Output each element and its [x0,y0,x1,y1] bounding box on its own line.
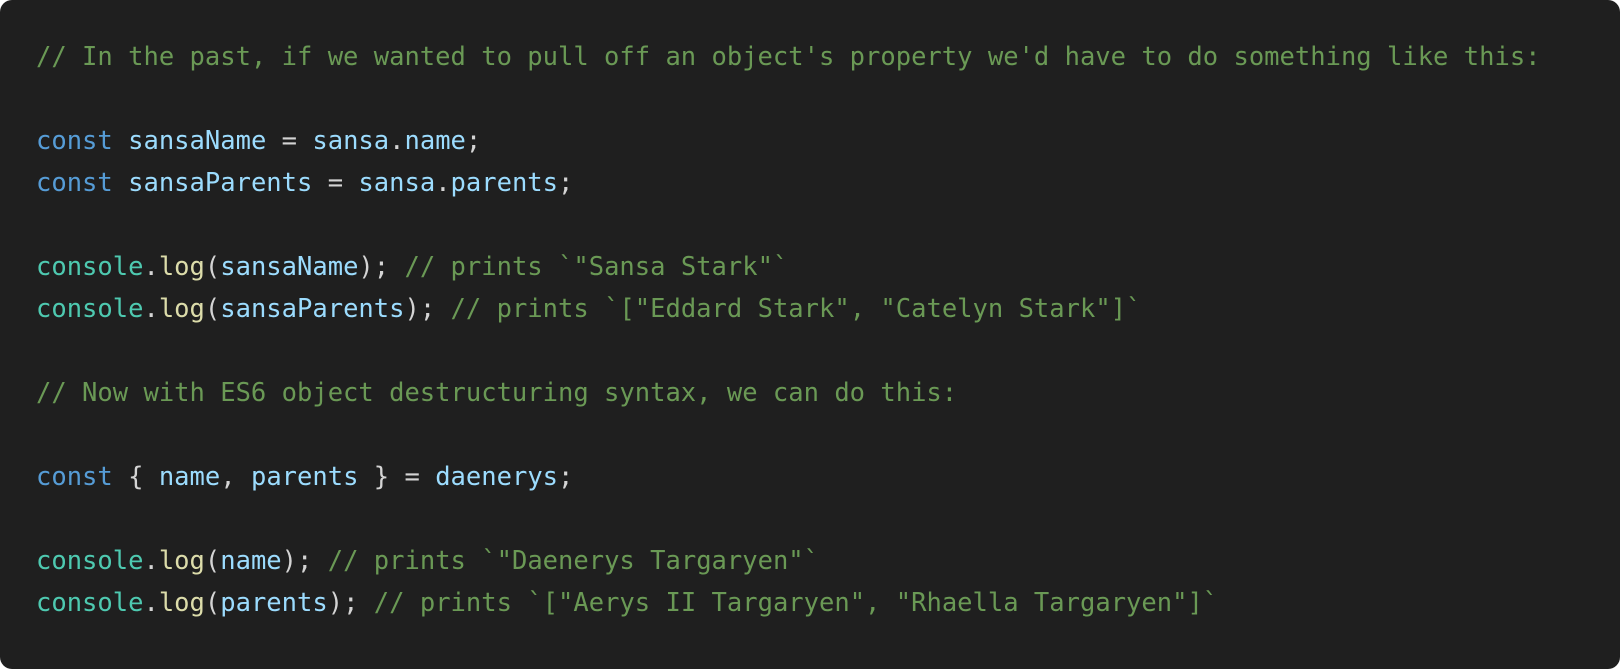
code-snippet-window: // In the past, if we wanted to pull off… [0,0,1620,669]
code-line: console.log(name); // prints `"Daenerys … [36,540,1620,582]
code-token-punct: ); [281,546,328,576]
code-token-comment: // prints `["Aerys II Targaryen", "Rhael… [373,588,1219,618]
code-line: // In the past, if we wanted to pull off… [36,36,1620,78]
code-token-punct: ); [327,588,374,618]
code-token-punct: ( [204,546,221,576]
code-token-punct: ); [358,252,405,282]
code-token-method: log [158,252,205,282]
code-token-punct [113,168,128,198]
code-token-punct: ; [558,168,574,198]
code-token-variable: parents [250,462,359,492]
code-token-object: console [36,252,144,282]
code-line: // Now with ES6 object destructuring syn… [36,372,1620,414]
code-token-method: log [158,294,205,324]
code-token-variable: name [158,462,221,492]
code-token-punct: . [143,546,159,576]
code-token-punct: ; [465,126,482,156]
code-token-punct: = [312,168,359,198]
code-token-punct: . [435,168,451,198]
code-token-keyword: const [36,168,113,198]
code-token-punct: } = [358,462,436,492]
code-token-punct: = [266,126,313,156]
code-token-object: console [36,546,144,576]
code-token-variable: sansaName [220,252,359,282]
code-line: const sansaParents = sansa.parents; [36,162,1620,204]
code-token-variable: sansa [358,168,436,198]
code-token-variable: sansaParents [128,168,313,198]
code-token-punct: , [220,462,251,492]
code-token-punct: . [389,126,405,156]
code-token-punct: ( [204,294,221,324]
code-token-punct: ; [558,462,574,492]
code-token-punct: ( [204,588,221,618]
code-token-comment: // prints `"Daenerys Targaryen"` [327,546,820,576]
code-token-punct: . [143,252,159,282]
code-token-punct: . [143,294,159,324]
code-line: console.log(parents); // prints `["Aerys… [36,582,1620,624]
code-token-punct: ( [204,252,221,282]
code-token-variable: name [404,126,466,156]
code-token-comment: // prints `"Sansa Stark"` [404,252,789,282]
code-token-comment: // prints `["Eddard Stark", "Catelyn Sta… [450,294,1142,324]
code-token-variable: sansa [312,126,390,156]
code-token-variable: parents [220,588,328,618]
code-token-punct [113,126,128,156]
code-token-variable: sansaParents [220,294,405,324]
code-token-method: log [158,546,205,576]
code-token-keyword: const [36,126,113,156]
code-token-keyword: const [36,462,113,492]
code-token-comment: // In the past, if we wanted to pull off… [36,42,1541,72]
code-line: const { name, parents } = daenerys; [36,456,1620,498]
code-line: const sansaName = sansa.name; [36,120,1620,162]
code-token-object: console [36,588,144,618]
code-line: console.log(sansaName); // prints `"Sans… [36,246,1620,288]
code-token-punct: ); [404,294,451,324]
code-token-variable: sansaName [128,126,267,156]
code-line: console.log(sansaParents); // prints `["… [36,288,1620,330]
code-token-variable: daenerys [435,462,559,492]
code-token-comment: // Now with ES6 object destructuring syn… [36,378,958,408]
code-token-method: log [158,588,205,618]
code-token-variable: name [220,546,282,576]
code-token-punct: . [143,588,159,618]
code-token-punct: { [112,462,159,492]
code-token-variable: parents [450,168,559,198]
code-block: // In the past, if we wanted to pull off… [36,36,1620,624]
code-token-object: console [36,294,144,324]
